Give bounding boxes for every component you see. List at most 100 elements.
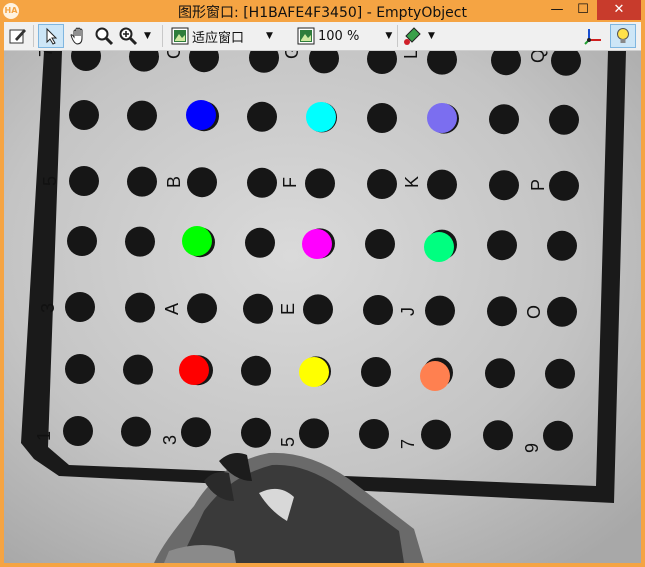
3d-view-button[interactable]: [580, 24, 606, 48]
pointer-button[interactable]: [38, 24, 64, 48]
color-picker-dropdown[interactable]: ▼: [402, 24, 442, 48]
calibration-dot: [243, 293, 273, 324]
calibration-dot: [299, 418, 329, 449]
fit-window-icon: [171, 27, 189, 45]
marker-salmon: [420, 361, 450, 391]
calibration-dot: [549, 104, 579, 135]
zoom-mode-dropdown[interactable]: 适应窗口 ▼: [170, 24, 294, 48]
marker-green: [182, 226, 212, 256]
calibration-image: 7 5 3 1 C B A G F E L K J Q P O 3 5 7 9: [4, 51, 641, 563]
letter-label-k: K: [402, 176, 422, 188]
letter-label-a: A: [162, 303, 182, 315]
title-bar[interactable]: HA 图形窗口: [H1BAFE4F3450] - EmptyObject — …: [0, 0, 645, 22]
calibration-dot: [367, 169, 397, 199]
calibration-dot: [69, 100, 99, 130]
calibration-dot: [305, 168, 335, 199]
calibration-dot: [547, 230, 577, 261]
pan-button[interactable]: [67, 24, 91, 48]
calibration-dot: [485, 358, 515, 389]
chevron-down-icon: ▼: [428, 31, 435, 41]
calibration-dot: [549, 170, 579, 201]
zoom-in-icon: [119, 27, 138, 46]
calibration-dot: [181, 417, 211, 448]
calibration-dot: [247, 167, 277, 198]
minimize-button[interactable]: —: [546, 0, 568, 20]
calibration-dot: [363, 295, 393, 325]
letter-label-g: G: [282, 51, 302, 59]
marker-red: [179, 355, 209, 385]
calibration-dot: [367, 103, 397, 133]
calibration-dot: [125, 226, 155, 257]
marker-cyan: [306, 102, 336, 132]
bottom-number-5: 5: [278, 437, 298, 447]
calibration-dot: [361, 357, 391, 387]
edit-button[interactable]: [6, 24, 30, 48]
letter-label-p: P: [528, 179, 548, 191]
toolbar-separator: [33, 25, 34, 47]
pan-hand-icon: [70, 27, 83, 45]
magnifier-icon: [95, 27, 114, 46]
zoom-mode-label: 适应窗口: [192, 30, 245, 46]
calibration-dot: [421, 419, 451, 450]
calibration-dot: [127, 100, 157, 131]
calibration-dot: [69, 166, 99, 196]
calibration-dot: [127, 166, 157, 197]
calibration-dot: [303, 294, 333, 325]
letter-label-f: F: [280, 177, 300, 188]
toolbar-separator: [162, 25, 163, 47]
row-label-1: 1: [34, 431, 54, 441]
calibration-dot: [489, 104, 519, 135]
zoom-in-dropdown[interactable]: ▼: [118, 24, 158, 48]
calibration-dot: [65, 292, 95, 322]
calibration-dot: [487, 230, 517, 261]
calibration-dot: [425, 295, 455, 326]
row-label-5: 5: [40, 176, 60, 186]
calibration-dot: [547, 296, 577, 327]
bottom-number-3: 3: [160, 435, 180, 445]
calibration-dot: [187, 293, 217, 324]
marker-yellow: [299, 357, 329, 387]
bottom-number-7: 7: [398, 439, 418, 449]
calibration-dot: [67, 226, 97, 256]
zoom-percent-value: 100 %: [318, 28, 360, 44]
calibration-dot: [63, 416, 93, 446]
color-picker-icon: [404, 27, 421, 45]
calibration-dot: [123, 354, 153, 385]
maximize-button[interactable]: ☐: [572, 0, 594, 20]
bottom-number-9: 9: [522, 443, 542, 453]
calibration-dot: [187, 167, 217, 198]
calibration-dot: [487, 296, 517, 327]
calibration-dot: [359, 419, 389, 449]
calibration-dot: [125, 292, 155, 323]
row-label-7: 7: [36, 51, 56, 57]
calibration-dot: [489, 170, 519, 201]
letter-label-c: C: [164, 51, 184, 59]
image-canvas[interactable]: 7 5 3 1 C B A G F E L K J Q P O 3 5 7 9: [4, 51, 641, 563]
calibration-dot: [483, 420, 513, 451]
calibration-dot: [121, 416, 151, 447]
calibration-dot: [65, 354, 95, 384]
zoom-percent-icon: [297, 27, 315, 45]
toolbar-separator: [397, 25, 398, 47]
chevron-down-icon: ▼: [266, 31, 273, 41]
graphics-window: HA 图形窗口: [H1BAFE4F3450] - EmptyObject — …: [0, 0, 645, 567]
calibration-dot: [247, 101, 277, 132]
letter-label-o: O: [524, 305, 544, 319]
edit-icon: [9, 29, 26, 44]
pointer-icon: [46, 27, 58, 45]
letter-label-q: Q: [528, 51, 548, 63]
calibration-dot: [245, 227, 275, 258]
row-label-3: 3: [38, 303, 58, 313]
calibration-dot: [543, 420, 573, 451]
close-button[interactable]: ✕: [597, 0, 641, 20]
chevron-down-icon: ▼: [144, 31, 151, 41]
info-button[interactable]: [610, 24, 636, 48]
axes-3d-icon: [584, 29, 601, 45]
calibration-dot: [545, 358, 575, 389]
calibration-dot: [241, 417, 271, 448]
zoom-percent-dropdown[interactable]: 100 % ▼: [296, 24, 394, 48]
letter-label-j: J: [398, 307, 418, 316]
calibration-dot: [241, 355, 271, 386]
calibration-dot: [427, 169, 457, 200]
magnifier-button[interactable]: [92, 24, 116, 48]
